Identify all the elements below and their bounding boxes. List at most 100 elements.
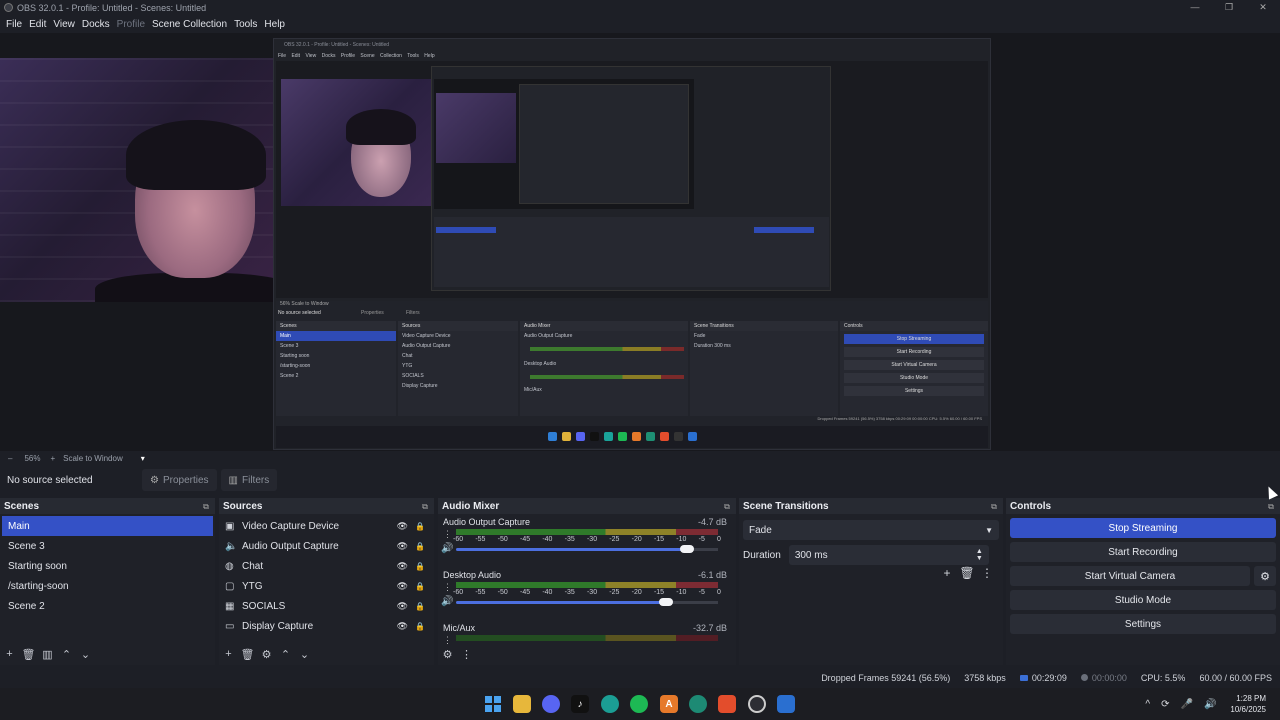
discord-icon[interactable] bbox=[542, 695, 560, 713]
windows-start-icon[interactable] bbox=[484, 695, 502, 713]
advanced-audio-button[interactable]: ⚙ bbox=[438, 648, 457, 661]
source-item-display-capture[interactable]: ▭ Display Capture 👁 🔒 bbox=[219, 616, 434, 636]
source-item-video-capture[interactable]: ▣ Video Capture Device 👁 🔒 bbox=[219, 516, 434, 536]
channel-db: -32.7 dB bbox=[692, 623, 727, 633]
zoom-out-button[interactable]: – bbox=[8, 454, 12, 463]
undock-icon[interactable]: ⧉ bbox=[420, 502, 430, 511]
obs-icon[interactable] bbox=[748, 695, 766, 713]
lock-icon[interactable]: 🔒 bbox=[415, 602, 425, 611]
app-icon[interactable]: A bbox=[660, 695, 678, 713]
stop-streaming-button[interactable]: Stop Streaming bbox=[1010, 518, 1276, 538]
menu-file[interactable]: File bbox=[6, 19, 22, 30]
edge-icon[interactable] bbox=[601, 695, 619, 713]
start-virtual-camera-button[interactable]: Start Virtual Camera bbox=[1010, 566, 1250, 586]
transition-type-select[interactable]: Fade ▼ bbox=[743, 520, 999, 540]
file-explorer-icon[interactable] bbox=[513, 695, 531, 713]
nested-preview bbox=[276, 61, 988, 298]
move-scene-down-button[interactable]: ⌄ bbox=[76, 648, 95, 661]
scene-item-scene-3[interactable]: Scene 3 bbox=[2, 536, 213, 556]
move-source-down-button[interactable]: ⌄ bbox=[295, 648, 314, 661]
channel-menu-icon[interactable]: ⋮ bbox=[443, 582, 452, 593]
channel-menu-icon[interactable]: ⋮ bbox=[443, 529, 452, 540]
scene-item-scene-2[interactable]: Scene 2 bbox=[2, 596, 213, 616]
menu-view[interactable]: View bbox=[53, 19, 75, 30]
tray-overflow-icon[interactable]: ^ bbox=[1145, 699, 1150, 710]
source-item-audio-output[interactable]: 🔈 Audio Output Capture 👁 🔒 bbox=[219, 536, 434, 556]
volume-slider-handle[interactable] bbox=[658, 598, 673, 606]
microphone-icon[interactable]: 🎤 bbox=[1181, 699, 1193, 710]
scene-item-starting-soon-alt[interactable]: /starting-soon bbox=[2, 576, 213, 596]
menu-profile[interactable]: Profile bbox=[117, 19, 145, 30]
visibility-eye-icon[interactable]: 👁 bbox=[397, 581, 408, 592]
program-preview[interactable]: OBS 32.0.1 - Profile: Untitled - Scenes:… bbox=[0, 33, 1280, 451]
properties-button[interactable]: ⚙ Properties bbox=[142, 469, 217, 491]
lock-icon[interactable]: 🔒 bbox=[415, 522, 425, 531]
mute-speaker-icon[interactable]: 🔊 bbox=[441, 596, 453, 607]
lock-icon[interactable]: 🔒 bbox=[415, 562, 425, 571]
source-item-chat[interactable]: ◍ Chat 👁 🔒 bbox=[219, 556, 434, 576]
settings-button[interactable]: Settings bbox=[1010, 614, 1276, 634]
volume-icon[interactable]: 🔊 bbox=[1204, 699, 1216, 710]
brave-icon[interactable] bbox=[718, 695, 736, 713]
tiktok-icon[interactable]: ♪ bbox=[571, 695, 589, 713]
clock[interactable]: 1:28 PM 10/6/2025 bbox=[1230, 693, 1266, 715]
speaker-icon: 🔈 bbox=[225, 540, 238, 552]
visibility-eye-icon[interactable]: 👁 bbox=[397, 541, 408, 552]
visibility-eye-icon[interactable]: 👁 bbox=[397, 601, 408, 612]
remove-scene-button[interactable]: 🗑 bbox=[19, 648, 38, 661]
scene-item-starting-soon[interactable]: Starting soon bbox=[2, 556, 213, 576]
scene-item-main[interactable]: Main bbox=[2, 516, 213, 536]
move-source-up-button[interactable]: ⌃ bbox=[276, 648, 295, 661]
volume-slider-handle[interactable] bbox=[679, 545, 694, 553]
app-store-icon[interactable] bbox=[777, 695, 795, 713]
source-properties-button[interactable]: ⚙ bbox=[257, 648, 276, 661]
add-source-button[interactable]: + bbox=[219, 648, 238, 660]
source-item-socials[interactable]: ▦ SOCIALS 👁 🔒 bbox=[219, 596, 434, 616]
source-item-ytg[interactable]: ▢ YTG 👁 🔒 bbox=[219, 576, 434, 596]
filters-button[interactable]: ▥ Filters bbox=[220, 469, 278, 491]
menu-edit[interactable]: Edit bbox=[29, 19, 46, 30]
minimize-button[interactable]: — bbox=[1178, 0, 1212, 15]
move-scene-up-button[interactable]: ⌃ bbox=[57, 648, 76, 661]
menu-help[interactable]: Help bbox=[264, 19, 285, 30]
studio-mode-button[interactable]: Studio Mode bbox=[1010, 590, 1276, 610]
nested-title: OBS 32.0.1 - Profile: Untitled - Scenes:… bbox=[284, 42, 390, 48]
spin-arrows-icon[interactable]: ▲ ▼ bbox=[976, 548, 983, 562]
lock-icon[interactable]: 🔒 bbox=[415, 582, 425, 591]
scale-mode[interactable]: Scale to Window bbox=[63, 454, 123, 463]
undock-icon[interactable]: ⧉ bbox=[989, 502, 999, 511]
visibility-eye-icon[interactable]: 👁 bbox=[397, 521, 408, 532]
undock-icon[interactable]: ⧉ bbox=[1266, 502, 1276, 511]
undock-icon[interactable]: ⧉ bbox=[201, 502, 211, 511]
remove-source-button[interactable]: 🗑 bbox=[238, 648, 257, 661]
menu-docks[interactable]: Docks bbox=[82, 19, 110, 30]
visibility-eye-icon[interactable]: 👁 bbox=[397, 561, 408, 572]
edge-dev-icon[interactable] bbox=[689, 695, 707, 713]
spotify-icon[interactable] bbox=[630, 695, 648, 713]
webcam-feed bbox=[0, 58, 281, 302]
transition-menu-button[interactable]: ⋮ bbox=[977, 566, 997, 580]
mixer-menu-button[interactable]: ⋮ bbox=[457, 648, 476, 661]
volume-slider[interactable] bbox=[456, 598, 718, 606]
virtual-camera-settings-gear-icon[interactable]: ⚙ bbox=[1254, 566, 1276, 586]
menu-tools[interactable]: Tools bbox=[234, 19, 257, 30]
close-button[interactable]: ✕ bbox=[1246, 0, 1280, 15]
remove-transition-button[interactable]: 🗑 bbox=[957, 566, 977, 580]
scene-transitions-dock: Scene Transitions ⧉ Fade ▼ Duration 300 … bbox=[739, 498, 1003, 665]
sync-icon[interactable]: ⟳ bbox=[1161, 699, 1169, 710]
undock-icon[interactable]: ⧉ bbox=[722, 502, 732, 511]
start-recording-button[interactable]: Start Recording bbox=[1010, 542, 1276, 562]
lock-icon[interactable]: 🔒 bbox=[415, 542, 425, 551]
zoom-in-button[interactable]: + bbox=[50, 454, 55, 463]
volume-slider[interactable] bbox=[456, 545, 718, 553]
add-transition-button[interactable]: + bbox=[937, 566, 957, 580]
add-scene-button[interactable]: + bbox=[0, 648, 19, 660]
duration-spinbox[interactable]: 300 ms ▲ ▼ bbox=[788, 545, 989, 565]
lock-icon[interactable]: 🔒 bbox=[415, 622, 425, 631]
menu-scene-collection[interactable]: Scene Collection bbox=[152, 19, 227, 30]
scale-mode-dropdown-icon[interactable]: ▾ bbox=[141, 454, 145, 463]
maximize-button[interactable]: ❐ bbox=[1212, 0, 1246, 15]
visibility-eye-icon[interactable]: 👁 bbox=[397, 621, 408, 632]
mute-speaker-icon[interactable]: 🔊 bbox=[441, 543, 453, 554]
scene-filters-button[interactable]: ▥ bbox=[38, 648, 57, 661]
